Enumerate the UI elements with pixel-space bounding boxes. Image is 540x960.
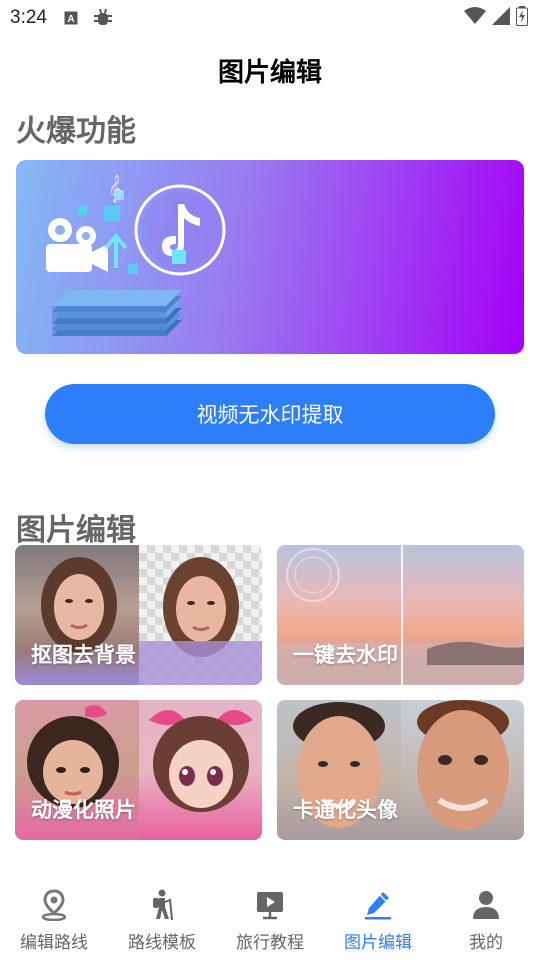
location-pin-icon (37, 888, 71, 922)
anime-girl-image (138, 700, 262, 840)
remove-watermark-card[interactable]: 一键去水印 (277, 545, 524, 685)
nav-label-travel-tutorials: 旅行教程 (236, 933, 304, 953)
banner-illustration: 𝄞 (46, 174, 226, 336)
nav-edit-route[interactable]: 编辑路线 (0, 878, 108, 960)
cartoon-avatar-card[interactable]: 卡通化头像 (277, 700, 524, 840)
cartoon-avatar-label: 卡通化头像 (293, 798, 398, 822)
pencil-icon (361, 888, 395, 922)
svg-text:A: A (67, 14, 74, 25)
nav-label-route-templates: 路线模板 (128, 933, 196, 953)
nav-route-templates[interactable]: 路线模板 (108, 878, 216, 960)
anime-photo-label: 动漫化照片 (31, 798, 136, 822)
cell-signal-icon (492, 7, 510, 29)
page-title: 图片编辑 (217, 58, 322, 88)
video-board-icon (253, 888, 287, 922)
nav-label-edit-route: 编辑路线 (20, 933, 88, 953)
cartoon-man-image (400, 700, 524, 840)
nav-label-mine: 我的 (469, 933, 503, 953)
bottom-nav: 编辑路线 路线模板 旅行教程 图片编辑 我的 (0, 878, 540, 960)
user-icon (469, 888, 503, 922)
image-editing-heading: 图片编辑 (16, 513, 136, 548)
status-icons (464, 6, 528, 30)
wifi-icon (464, 7, 486, 29)
anime-photo-card[interactable]: 动漫化照片 (15, 700, 262, 840)
hiker-icon (145, 888, 179, 922)
nav-mine[interactable]: 我的 (432, 878, 540, 960)
bug-icon (91, 8, 115, 26)
svg-text:𝄞: 𝄞 (108, 174, 122, 203)
tiktok-logo-icon (134, 184, 226, 276)
video-extract-banner[interactable]: 𝄞 (16, 160, 524, 354)
battery-icon (516, 6, 528, 30)
portrait-cutout-image (138, 545, 262, 685)
upload-arrow-icon (104, 232, 128, 268)
status-bar: 3:24 A (0, 0, 540, 36)
nav-image-editing[interactable]: 图片编辑 (324, 878, 432, 960)
movie-camera-icon (46, 218, 108, 272)
remove-background-label: 抠图去背景 (31, 643, 136, 667)
stack-layers-icon (52, 290, 182, 336)
nav-label-image-editing: 图片编辑 (344, 933, 412, 953)
video-watermark-extract-button[interactable]: 视频无水印提取 (45, 384, 495, 444)
remove-watermark-label: 一键去水印 (293, 643, 398, 667)
hot-features-heading: 火爆功能 (16, 114, 136, 149)
notification-a-icon: A (63, 10, 79, 26)
remove-background-card[interactable]: 抠图去背景 (15, 545, 262, 685)
nav-travel-tutorials[interactable]: 旅行教程 (216, 878, 324, 960)
status-time: 3:24 (10, 7, 47, 28)
